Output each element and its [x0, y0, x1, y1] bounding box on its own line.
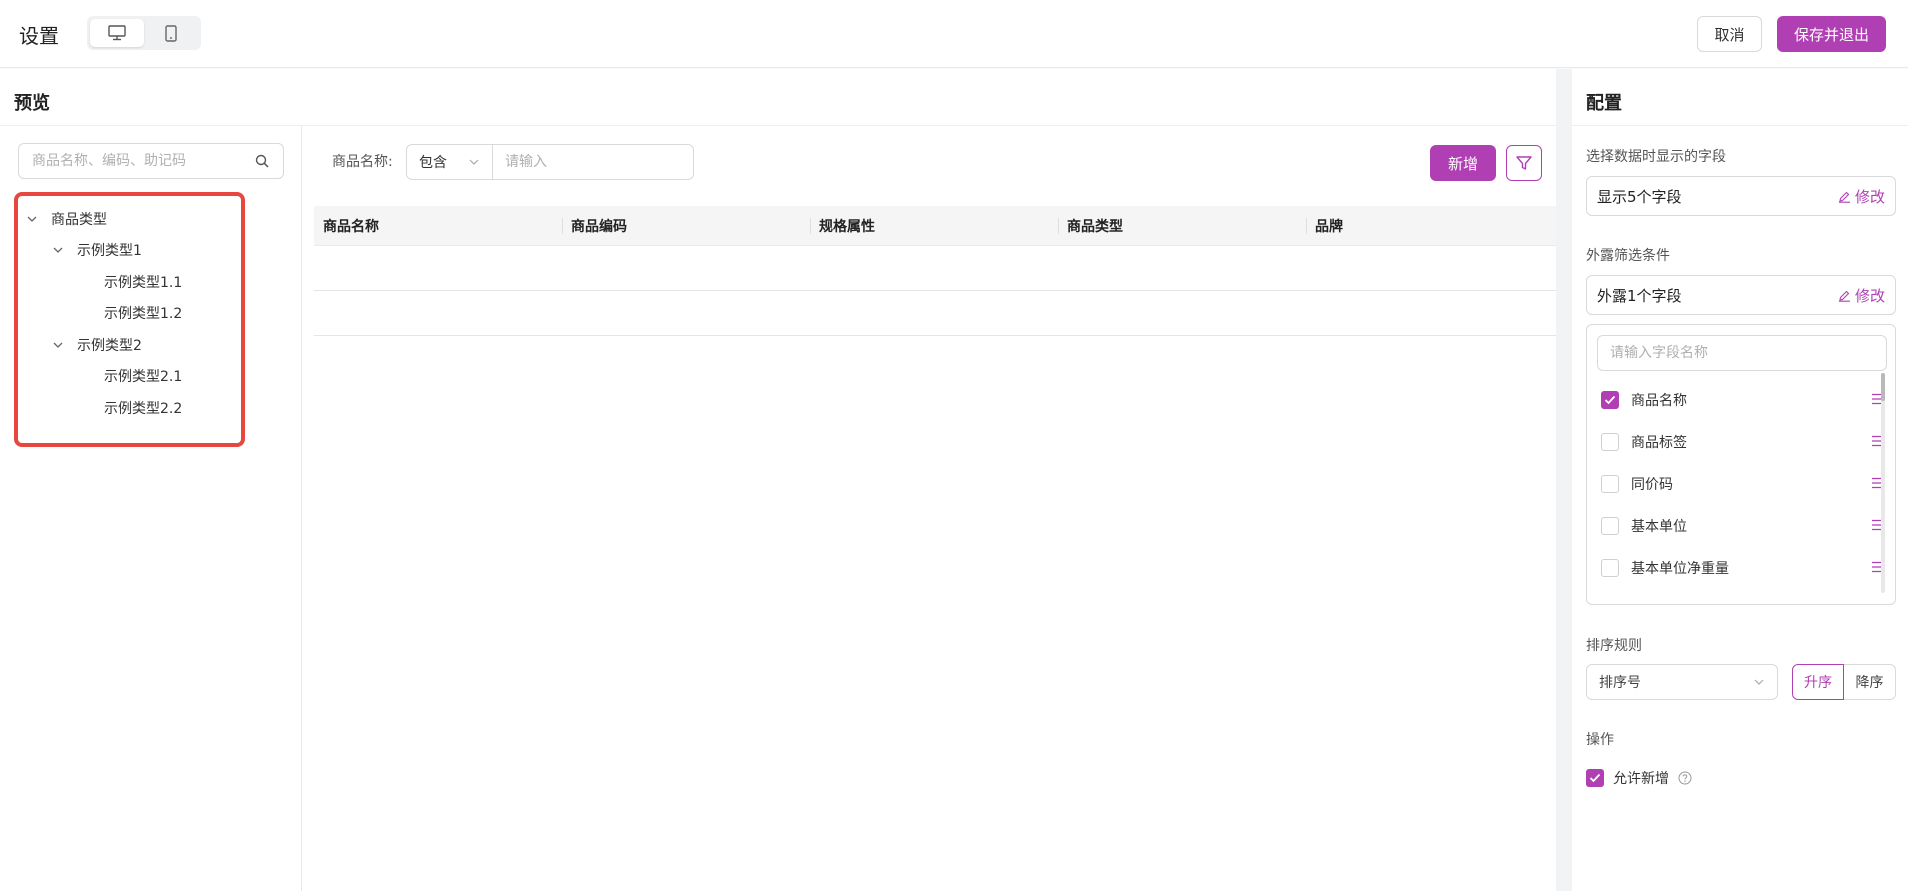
tree-node-label: 示例类型2 [77, 338, 142, 354]
filter-label: 商品名称: [332, 154, 393, 170]
descending-button[interactable]: 降序 [1844, 664, 1896, 700]
checkbox[interactable] [1601, 475, 1619, 493]
help-icon[interactable] [1678, 771, 1692, 785]
name-filter: 包含 [406, 144, 694, 180]
exposed-filter-box: 外露1个字段 修改 [1586, 275, 1896, 315]
search-icon[interactable] [255, 154, 269, 168]
config-panel: 配置 选择数据时显示的字段 显示5个字段 修改 外露筛选条件 外露1个字段 修改… [1572, 69, 1908, 891]
field-item[interactable]: 商品名称 [1601, 388, 1885, 412]
sort-field-select[interactable]: 排序号 [1586, 664, 1778, 700]
field-item[interactable]: 同价码 [1601, 472, 1885, 496]
tree-node-group1[interactable]: 示例类型1 [51, 239, 142, 261]
tree-node-label: 示例类型1 [77, 243, 142, 259]
field-label: 同价码 [1631, 477, 1673, 493]
operations-label: 操作 [1586, 732, 1614, 748]
allow-add-label: 允许新增 [1613, 771, 1669, 787]
tree-search-input[interactable] [18, 143, 284, 179]
checkbox[interactable] [1586, 769, 1604, 787]
field-item[interactable]: 基本单位 [1601, 514, 1885, 538]
display-fields-box: 显示5个字段 修改 [1586, 176, 1896, 216]
product-table: 商品名称 商品编码 规格属性 商品类型 品牌 [314, 206, 1556, 336]
preview-panel: 预览 商品类型 示例类型1 示例类型1.1 [0, 69, 1556, 891]
edit-display-fields-link[interactable]: 修改 [1838, 186, 1885, 207]
chevron-down-icon[interactable] [51, 338, 65, 352]
tree-node-group2-child2[interactable]: 示例类型2.2 [104, 397, 182, 419]
sort-order-toggle: 升序 降序 [1792, 664, 1896, 700]
desktop-view-button[interactable] [90, 19, 144, 47]
tree-node-label: 示例类型2.1 [104, 369, 183, 385]
field-label: 基本单位净重量 [1631, 561, 1729, 577]
field-search-input[interactable] [1597, 335, 1887, 371]
tree-node-label: 示例类型2.2 [104, 401, 183, 417]
sort-field-value: 排序号 [1599, 675, 1641, 691]
checkbox[interactable] [1601, 517, 1619, 535]
edit-icon [1838, 290, 1850, 302]
filter-value-input[interactable] [493, 145, 693, 179]
top-bar: 设置 取消 保存并退出 [0, 0, 1908, 68]
add-button[interactable]: 新增 [1430, 145, 1496, 181]
checkbox[interactable] [1601, 433, 1619, 451]
tree-node-label: 示例类型1.2 [104, 306, 183, 322]
tree-node-label: 商品类型 [51, 212, 107, 228]
cancel-button[interactable]: 取消 [1697, 16, 1762, 52]
tree-node-group1-child1[interactable]: 示例类型1.1 [104, 271, 182, 293]
table-header: 商品名称 商品编码 规格属性 商品类型 品牌 [314, 206, 1556, 246]
exposed-filter-label: 外露筛选条件 [1586, 248, 1670, 264]
save-and-exit-button[interactable]: 保存并退出 [1777, 16, 1886, 52]
column-header[interactable]: 规格属性 [810, 206, 1058, 246]
tree-node-group2-child1[interactable]: 示例类型2.1 [104, 365, 182, 387]
divider [1572, 125, 1908, 126]
check-icon [1589, 773, 1601, 783]
mobile-icon [165, 24, 177, 42]
mobile-view-button[interactable] [144, 19, 198, 47]
filter-icon [1516, 156, 1532, 170]
panel-gutter [1556, 69, 1572, 891]
device-toggle [87, 16, 201, 50]
tree-node-group1-child2[interactable]: 示例类型1.2 [104, 302, 182, 324]
column-header[interactable]: 商品类型 [1058, 206, 1306, 246]
chevron-down-icon [1754, 679, 1764, 685]
edit-label: 修改 [1854, 187, 1885, 206]
field-label: 商品标签 [1631, 435, 1687, 451]
column-header[interactable]: 商品名称 [314, 206, 562, 246]
edit-label: 修改 [1854, 286, 1885, 305]
column-header[interactable]: 品牌 [1306, 206, 1554, 246]
scrollbar[interactable] [1881, 373, 1885, 593]
page-title: 设置 [19, 24, 59, 48]
sort-rule-label: 排序规则 [1586, 638, 1642, 654]
chevron-down-icon[interactable] [51, 243, 65, 257]
filter-button[interactable] [1506, 145, 1542, 181]
checkbox[interactable] [1601, 559, 1619, 577]
tree-node-root[interactable]: 商品类型 [25, 208, 107, 230]
edit-exposed-filter-link[interactable]: 修改 [1838, 285, 1885, 306]
display-fields-label: 选择数据时显示的字段 [1586, 149, 1726, 165]
field-item[interactable]: 商品标签 [1601, 430, 1885, 454]
column-header[interactable]: 商品编码 [562, 206, 810, 246]
preview-title: 预览 [14, 93, 50, 114]
desktop-icon [108, 25, 126, 41]
field-item[interactable]: 基本单位净重量 [1601, 556, 1885, 580]
check-icon [1604, 395, 1616, 405]
chevron-down-icon[interactable] [25, 212, 39, 226]
category-tree-pane: 商品类型 示例类型1 示例类型1.1 示例类型1.2 示例类型2 [0, 126, 302, 891]
filter-operator-value: 包含 [419, 155, 447, 171]
display-fields-value: 显示5个字段 [1597, 187, 1682, 206]
edit-icon [1838, 191, 1850, 203]
checkbox[interactable] [1601, 391, 1619, 409]
category-tree: 商品类型 示例类型1 示例类型1.1 示例类型1.2 示例类型2 示例类型2.1… [14, 192, 245, 447]
tree-node-group2[interactable]: 示例类型2 [51, 334, 142, 356]
table-row[interactable] [314, 291, 1556, 336]
ascending-button[interactable]: 升序 [1792, 664, 1844, 700]
filter-operator-select[interactable]: 包含 [407, 145, 493, 179]
tree-node-label: 示例类型1.1 [104, 275, 183, 291]
config-title: 配置 [1586, 93, 1622, 114]
chevron-down-icon [469, 159, 479, 165]
field-selector: 商品名称 商品标签 同价码 基本单位 基本单位净重量 [1586, 324, 1896, 605]
table-row[interactable] [314, 246, 1556, 291]
field-label: 基本单位 [1631, 519, 1687, 535]
field-label: 商品名称 [1631, 393, 1687, 409]
allow-add-option[interactable]: 允许新增 [1586, 768, 1692, 788]
exposed-filter-value: 外露1个字段 [1597, 286, 1682, 305]
product-list-pane: 商品名称: 包含 新增 商品名称 商品编码 规格属性 商品类型 品牌 [303, 126, 1556, 891]
